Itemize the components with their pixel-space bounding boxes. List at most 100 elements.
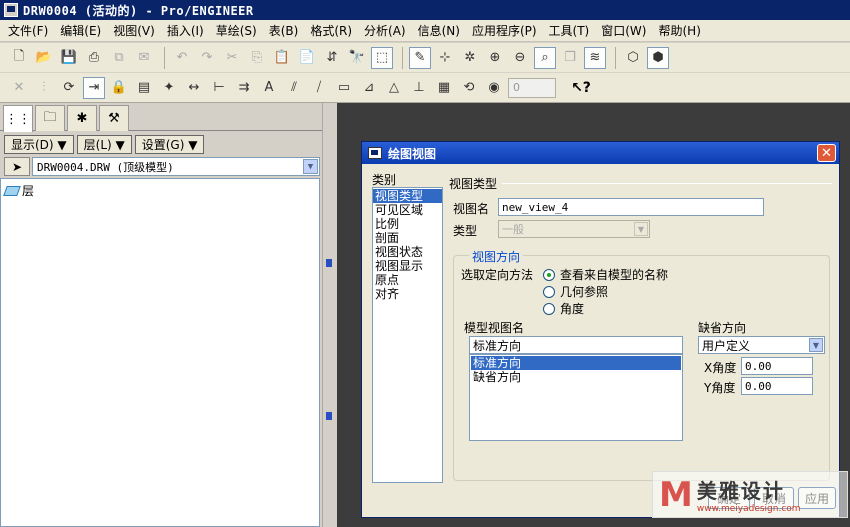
save-icon[interactable]: 💾 <box>58 47 80 69</box>
panel-splitter[interactable] <box>322 103 336 527</box>
find-icon[interactable]: 🔭 <box>346 47 368 69</box>
menu-window[interactable]: 窗口(W) <box>595 22 652 39</box>
tab-favorites[interactable]: ✱ <box>67 105 97 131</box>
weld-icon[interactable]: ⊿ <box>358 77 380 99</box>
category-item[interactable]: 可见区域 <box>373 203 442 217</box>
category-item[interactable]: 视图状态 <box>373 245 442 259</box>
model-select[interactable]: DRW0004.DRW (顶级模型) ▼ <box>32 157 320 176</box>
menu-table[interactable]: 表(B) <box>263 22 305 39</box>
list-item[interactable]: 标准方向 <box>471 356 681 370</box>
menu-info[interactable]: 信息(N) <box>412 22 466 39</box>
close-icon[interactable]: ✕ <box>817 144 836 162</box>
refit-icon[interactable]: ⌕ <box>534 46 556 69</box>
hatch-icon[interactable]: ⫽ <box>283 77 305 99</box>
paste-icon[interactable]: 📋 <box>271 47 293 69</box>
menu-sketch[interactable]: 草绘(S) <box>210 22 263 39</box>
model-select-value: DRW0004.DRW (顶级模型) <box>37 160 174 174</box>
menu-help[interactable]: 帮助(H) <box>652 22 706 39</box>
category-item[interactable]: 视图显示 <box>373 259 442 273</box>
text-style-icon[interactable]: A <box>258 77 280 99</box>
spin-center-icon[interactable]: ⊹ <box>434 47 456 69</box>
pointer-icon[interactable]: ➤ <box>4 157 30 176</box>
hidden-line-icon[interactable]: ⬢ <box>647 46 669 69</box>
radio-geometry-reference[interactable]: 几何参照 <box>543 283 608 300</box>
settings-dropdown-button[interactable]: 设置(G) ▼ <box>134 135 205 154</box>
rotate-icon[interactable]: ⟳ <box>58 77 80 99</box>
menu-edit[interactable]: 编辑(E) <box>54 22 107 39</box>
orient-icon[interactable]: ✲ <box>459 47 481 69</box>
chevron-down-icon[interactable]: ▼ <box>303 159 318 174</box>
radio-model-view-name[interactable]: 查看来自模型的名称 <box>543 266 668 283</box>
window-titlebar: DRW0004 (活动的) - Pro/ENGINEER <box>0 0 850 20</box>
tab-folder-browser[interactable]: 🗀 <box>35 105 65 131</box>
print-icon[interactable]: ⎙ <box>83 47 105 69</box>
menu-format[interactable]: 格式(R) <box>304 22 358 39</box>
dimension-icon[interactable]: ↔ <box>183 77 205 99</box>
x-angle-input[interactable]: 0.00 <box>741 357 813 375</box>
cut-icon[interactable]: ✂ <box>221 47 243 69</box>
new-file-icon[interactable]: 🗋 <box>8 47 30 69</box>
snap-icon[interactable]: ⇉ <box>233 77 255 99</box>
insert-icon[interactable]: ▭ <box>333 77 355 99</box>
menu-insert[interactable]: 插入(I) <box>161 22 210 39</box>
category-item[interactable]: 比例 <box>373 217 442 231</box>
redo-icon[interactable]: ↷ <box>196 47 218 69</box>
balloon-icon[interactable]: ◉ <box>483 77 505 99</box>
tab-connections[interactable]: ⚒ <box>99 105 129 131</box>
open-folder-icon[interactable]: 📂 <box>33 47 55 69</box>
align-icon[interactable]: ⊢ <box>208 77 230 99</box>
radio-angle[interactable]: 角度 <box>543 300 584 317</box>
datum-icon[interactable]: ⊥ <box>408 77 430 99</box>
undo-icon[interactable]: ↶ <box>171 47 193 69</box>
list-item[interactable]: 缺省方向 <box>471 370 681 384</box>
zoom-in-icon[interactable]: ⊕ <box>484 47 506 69</box>
category-item[interactable]: 剖面 <box>373 231 442 245</box>
redraw-icon[interactable]: ✎ <box>409 46 431 69</box>
select-box-icon[interactable]: ⬚ <box>371 46 393 69</box>
wireframe-icon[interactable]: ⬡ <box>622 47 644 69</box>
table-grid-icon[interactable]: ▦ <box>433 77 455 99</box>
layer-dropdown-button[interactable]: 层(L) ▼ <box>76 135 132 154</box>
surface-finish-icon[interactable]: △ <box>383 77 405 99</box>
regenerate-icon[interactable]: ⇵ <box>321 47 343 69</box>
menu-analysis[interactable]: 分析(A) <box>358 22 412 39</box>
chevron-down-icon[interactable]: ▼ <box>809 338 823 352</box>
view-name-input[interactable]: new_view_4 <box>498 198 764 216</box>
category-item[interactable]: 视图类型 <box>373 189 442 203</box>
toolbar-separator <box>615 46 616 69</box>
type-select[interactable]: 一般 ▼ <box>498 220 650 238</box>
layers-icon[interactable]: ≋ <box>584 46 606 69</box>
paste-special-icon[interactable]: 📄 <box>296 47 318 69</box>
line-style-icon[interactable]: ⧸ <box>308 77 330 99</box>
menu-file[interactable]: 文件(F) <box>2 22 54 39</box>
y-angle-input[interactable]: 0.00 <box>741 377 813 395</box>
lock-icon[interactable]: 🔒 <box>108 77 130 99</box>
copy-icon[interactable]: ⎘ <box>246 47 268 69</box>
highlight-icon[interactable]: ✦ <box>158 77 180 99</box>
tree-item[interactable]: 层 <box>1 179 319 202</box>
saved-views-icon[interactable]: ❐ <box>559 47 581 69</box>
category-item[interactable]: 对齐 <box>373 287 442 301</box>
default-orientation-select[interactable]: 用户定义 ▼ <box>698 336 825 354</box>
menu-view[interactable]: 视图(V) <box>107 22 161 39</box>
spinner-input[interactable]: 0 <box>508 77 556 98</box>
menu-applications[interactable]: 应用程序(P) <box>466 22 543 39</box>
table-icon[interactable]: ▤ <box>133 77 155 99</box>
menu-tools[interactable]: 工具(T) <box>543 22 596 39</box>
repeat-region-icon[interactable]: ⟲ <box>458 77 480 99</box>
delete-icon[interactable]: ✕ <box>8 77 30 99</box>
zoom-out-icon[interactable]: ⊖ <box>509 47 531 69</box>
email-icon[interactable]: ✉ <box>133 47 155 69</box>
category-list: 视图类型 可见区域 比例 剖面 视图状态 视图显示 原点 对齐 <box>372 187 443 483</box>
dialog-titlebar: 绘图视图 ✕ <box>362 142 839 164</box>
move-icon[interactable]: ⇥ <box>83 76 105 99</box>
show-dropdown-button[interactable]: 显示(D) ▼ <box>4 135 74 154</box>
copy-page-icon[interactable]: ⧉ <box>108 47 130 69</box>
window-title: DRW0004 (活动的) - Pro/ENGINEER <box>23 3 254 18</box>
model-view-name-input[interactable]: 标准方向 <box>469 336 683 354</box>
mirror-icon[interactable]: ⫶ <box>33 77 55 99</box>
category-item[interactable]: 原点 <box>373 273 442 287</box>
context-help-icon[interactable]: ↖? <box>570 77 592 99</box>
radio-label: 查看来自模型的名称 <box>560 268 669 282</box>
tab-model-tree[interactable]: ⋮⋮ <box>3 105 33 132</box>
